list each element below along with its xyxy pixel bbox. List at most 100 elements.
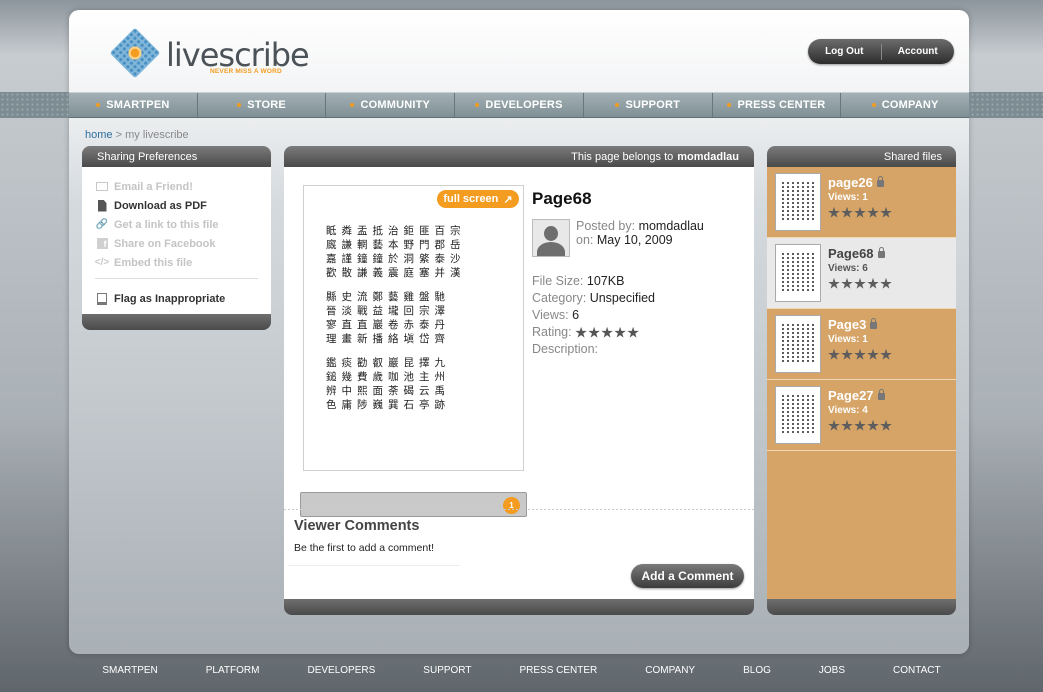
file-thumbnail[interactable] bbox=[775, 173, 821, 231]
fullscreen-button[interactable]: full screen ↗ bbox=[437, 190, 519, 208]
livescribe-logo[interactable]: livescribe NEVER MISS A WORD bbox=[109, 26, 310, 86]
file-size-label: File Size: bbox=[532, 274, 584, 288]
shared-file-item[interactable]: Page68 Views: 6 bbox=[767, 238, 956, 309]
file-rating-stars bbox=[828, 277, 892, 290]
flag-inappropriate-link[interactable]: Flag as Inappropriate bbox=[95, 289, 258, 308]
star-icon[interactable] bbox=[880, 277, 892, 289]
views-label: Views: bbox=[532, 308, 569, 322]
nav-item-developers[interactable]: DEVELOPERS bbox=[455, 93, 584, 117]
handwriting-row: 縣史流鄭藝雞盤馳 bbox=[326, 291, 450, 303]
avatar[interactable] bbox=[532, 219, 570, 257]
main-nav: SMARTPEN STORE COMMUNITY DEVELOPERS SUPP… bbox=[69, 92, 969, 118]
page-viewer[interactable]: full screen ↗ 眡粦盂抵治鉅匪百宗 廐謙輞藝本野門郡岳 嘉謹鐘鐘於洞綮泰… bbox=[303, 185, 524, 471]
file-info: Page27 Views: 4 bbox=[828, 386, 892, 444]
rating-stars[interactable] bbox=[575, 326, 639, 339]
footer-link-smartpen[interactable]: SMARTPEN bbox=[102, 665, 157, 681]
star-icon[interactable] bbox=[828, 206, 840, 218]
file-thumbnail[interactable] bbox=[775, 386, 821, 444]
star-icon[interactable] bbox=[880, 348, 892, 360]
shared-file-item[interactable]: Page3 Views: 1 bbox=[767, 309, 956, 380]
footer-link-jobs[interactable]: JOBS bbox=[819, 665, 845, 681]
star-icon[interactable] bbox=[828, 277, 840, 289]
file-size-value: 107KB bbox=[586, 274, 625, 288]
star-icon[interactable] bbox=[867, 277, 879, 289]
handwriting-row: 歡散謙義震庭塞并漢 bbox=[326, 267, 466, 279]
handwriting-row: 理畫新播絡塡岱齊 bbox=[326, 333, 450, 345]
flag-icon bbox=[95, 292, 109, 305]
shared-file-item[interactable]: page26 Views: 1 bbox=[767, 167, 956, 238]
page-detail-body: full screen ↗ 眡粦盂抵治鉅匪百宗 廐謙輞藝本野門郡岳 嘉謹鐘鐘於洞綮泰… bbox=[284, 167, 754, 599]
bullet-icon bbox=[96, 103, 101, 107]
star-icon[interactable] bbox=[828, 348, 840, 360]
page-navigator: 1 bbox=[300, 492, 527, 517]
get-link-link[interactable]: 🔗 Get a link to this file bbox=[95, 215, 258, 234]
star-icon[interactable] bbox=[614, 326, 626, 338]
star-icon[interactable] bbox=[841, 419, 853, 431]
footer-link-platform[interactable]: PLATFORM bbox=[206, 665, 260, 681]
email-friend-link[interactable]: Email a Friend! bbox=[95, 177, 258, 196]
shared-files-title: Shared files bbox=[767, 146, 956, 167]
star-icon[interactable] bbox=[575, 326, 587, 338]
handwriting-row: 寥直直巖卷赤泰丹 bbox=[326, 319, 450, 331]
star-icon[interactable] bbox=[841, 206, 853, 218]
star-icon[interactable] bbox=[867, 206, 879, 218]
posted-by-value[interactable]: momdadlau bbox=[639, 219, 704, 233]
page-number-button[interactable]: 1 bbox=[503, 497, 520, 514]
file-name[interactable]: page26 bbox=[828, 175, 892, 190]
star-icon[interactable] bbox=[880, 206, 892, 218]
panel-footer bbox=[284, 599, 754, 615]
bullet-icon bbox=[237, 103, 242, 107]
footer-link-blog[interactable]: BLOG bbox=[743, 665, 771, 681]
footer-link-support[interactable]: SUPPORT bbox=[423, 665, 471, 681]
lock-icon bbox=[870, 318, 878, 329]
account-button[interactable]: Account bbox=[882, 46, 955, 57]
star-icon[interactable] bbox=[854, 206, 866, 218]
file-name[interactable]: Page27 bbox=[828, 388, 892, 403]
file-name[interactable]: Page3 bbox=[828, 317, 892, 332]
comments-title: Viewer Comments bbox=[294, 518, 420, 534]
handwriting-row: 晉淡戰益壠回宗澤 bbox=[326, 305, 450, 317]
nav-item-company[interactable]: COMPANY bbox=[841, 93, 969, 117]
star-icon[interactable] bbox=[854, 419, 866, 431]
file-info: page26 Views: 1 bbox=[828, 173, 892, 231]
download-pdf-link[interactable]: Download as PDF bbox=[95, 196, 258, 215]
logout-button[interactable]: Log Out bbox=[808, 46, 881, 57]
star-icon[interactable] bbox=[588, 326, 600, 338]
nav-item-support[interactable]: SUPPORT bbox=[584, 93, 713, 117]
star-icon[interactable] bbox=[854, 277, 866, 289]
star-icon[interactable] bbox=[867, 419, 879, 431]
add-comment-button[interactable]: Add a Comment bbox=[631, 564, 744, 588]
comments-divider bbox=[284, 509, 754, 510]
file-name[interactable]: Page68 bbox=[828, 246, 892, 261]
owner-prefix: This page belongs to bbox=[571, 150, 674, 163]
file-thumbnail[interactable] bbox=[775, 244, 821, 302]
breadcrumb-home-link[interactable]: home bbox=[85, 129, 113, 141]
nav-item-community[interactable]: COMMUNITY bbox=[326, 93, 456, 117]
star-icon[interactable] bbox=[828, 419, 840, 431]
handwriting-row: 鑑痰勸叡巖昆擇九 bbox=[326, 357, 450, 369]
footer-link-press-center[interactable]: PRESS CENTER bbox=[519, 665, 597, 681]
star-icon[interactable] bbox=[880, 419, 892, 431]
logo-tagline: NEVER MISS A WORD bbox=[210, 68, 282, 75]
embed-file-link[interactable]: </> Embed this file bbox=[95, 253, 258, 272]
nav-item-press-center[interactable]: PRESS CENTER bbox=[713, 93, 842, 117]
star-icon[interactable] bbox=[867, 348, 879, 360]
panel-footer bbox=[767, 599, 956, 615]
thumbnail-writing bbox=[782, 182, 814, 222]
share-facebook-link[interactable]: f Share on Facebook bbox=[95, 234, 258, 253]
star-icon[interactable] bbox=[854, 348, 866, 360]
footer-link-company[interactable]: COMPANY bbox=[645, 665, 695, 681]
nav-item-store[interactable]: STORE bbox=[198, 93, 327, 117]
footer-link-contact[interactable]: CONTACT bbox=[893, 665, 941, 681]
star-icon[interactable] bbox=[601, 326, 613, 338]
footer-link-developers[interactable]: DEVELOPERS bbox=[307, 665, 375, 681]
star-icon[interactable] bbox=[841, 348, 853, 360]
sharing-preferences-title: Sharing Preferences bbox=[82, 146, 271, 167]
file-thumbnail[interactable] bbox=[775, 315, 821, 373]
link-icon: 🔗 bbox=[95, 219, 109, 230]
shared-file-item[interactable]: Page27 Views: 4 bbox=[767, 380, 956, 451]
nav-item-smartpen[interactable]: SMARTPEN bbox=[69, 93, 198, 117]
file-rating-stars bbox=[828, 419, 892, 432]
star-icon[interactable] bbox=[627, 326, 639, 338]
star-icon[interactable] bbox=[841, 277, 853, 289]
